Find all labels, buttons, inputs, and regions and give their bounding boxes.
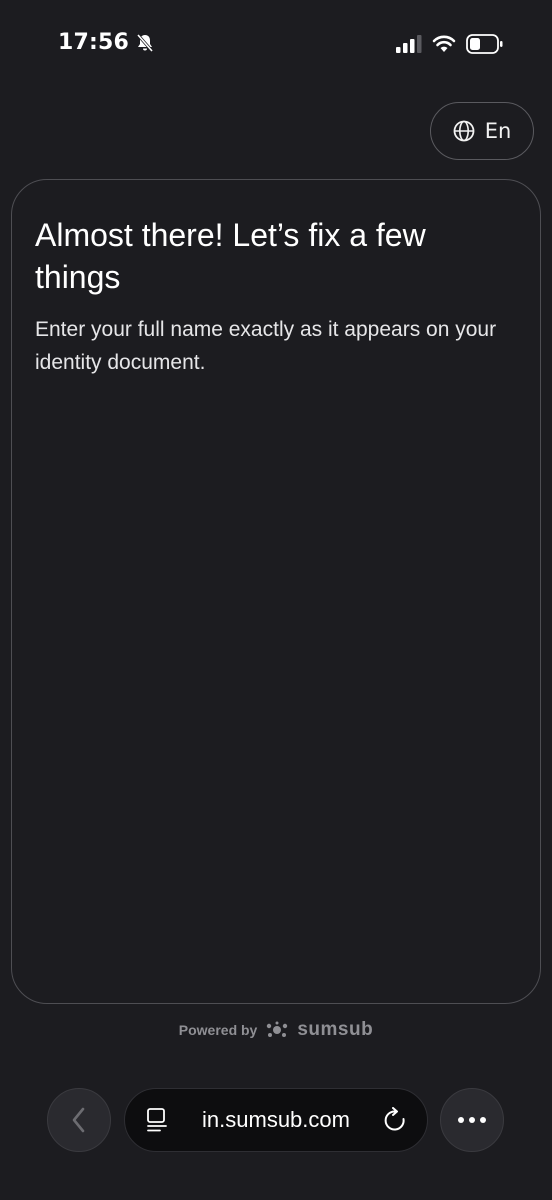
back-chevron-icon <box>70 1106 88 1134</box>
powered-by-label: Powered by <box>178 1022 258 1038</box>
sumsub-brand: sumsub <box>297 1019 374 1040</box>
more-icon <box>457 1116 487 1124</box>
card-title: Almost there! Let’s fix a few things <box>35 217 426 295</box>
card-subtitle: Enter your full name exactly as it appea… <box>35 318 497 374</box>
wifi-icon <box>432 35 456 57</box>
url-text[interactable]: in.sumsub.com <box>202 1107 350 1133</box>
status-bar-indicators <box>396 34 504 58</box>
clock: 17:56 <box>58 30 130 55</box>
globe-icon <box>453 120 475 142</box>
powered-by: Powered by sumsub <box>0 1019 552 1041</box>
language-selector-button[interactable]: En <box>430 102 534 160</box>
battery-icon <box>466 34 504 58</box>
browser-more-button[interactable] <box>440 1088 504 1152</box>
reload-icon[interactable] <box>383 1107 407 1133</box>
reader-icon[interactable] <box>145 1107 169 1133</box>
status-bar-time: 17:56 <box>58 30 155 55</box>
language-label: En <box>484 119 512 143</box>
bell-slash-icon <box>135 33 155 53</box>
verification-card: Almost there! Let’s fix a few things Ent… <box>11 179 541 1004</box>
sumsub-logo-icon <box>265 1021 289 1039</box>
browser-back-button[interactable] <box>47 1088 111 1152</box>
cellular-signal-icon <box>396 35 422 57</box>
address-bar[interactable]: in.sumsub.com <box>124 1088 428 1152</box>
